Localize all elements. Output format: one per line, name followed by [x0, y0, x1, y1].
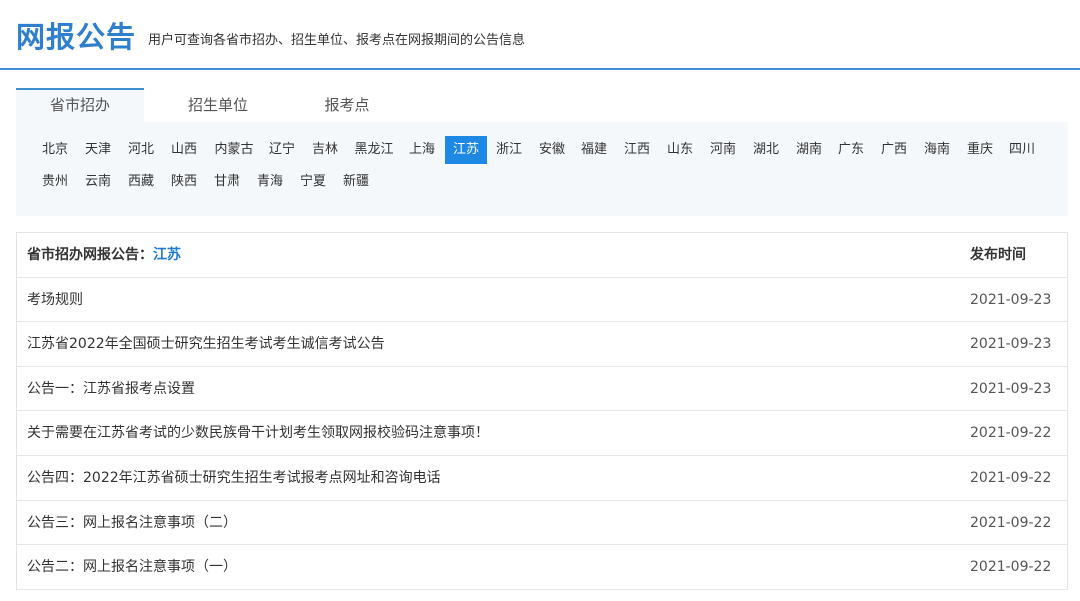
province-item[interactable]: 四川	[1005, 137, 1039, 163]
province-item[interactable]: 广西	[877, 137, 911, 163]
province-item[interactable]: 宁夏	[296, 169, 330, 195]
province-panel: 北京 天津 河北 山西 内蒙古 辽宁 吉林 黑龙江 上海 江苏 浙江 安徽 福建…	[16, 122, 1068, 216]
province-item[interactable]: 青海	[253, 169, 287, 195]
table-row: 公告一：江苏省报考点设置 2021-09-23	[17, 367, 1067, 412]
announcement-link[interactable]: 关于需要在江苏省考试的少数民族骨干计划考生领取网报校验码注意事项！	[27, 411, 489, 455]
table-row: 公告四：2022年江苏省硕士研究生招生考试报考点网址和咨询电话 2021-09-…	[17, 456, 1067, 501]
province-item[interactable]: 江西	[620, 137, 654, 163]
announcement-date: 2021-09-23	[970, 336, 1052, 353]
province-item[interactable]: 湖北	[749, 137, 783, 163]
province-item[interactable]: 安徽	[535, 137, 569, 163]
table-row: 公告二：网上报名注意事项（一） 2021-09-22	[17, 545, 1067, 590]
province-item[interactable]: 北京	[38, 137, 72, 163]
announcement-link[interactable]: 公告一：江苏省报考点设置	[27, 367, 195, 411]
page-title: 网报公告	[16, 20, 137, 54]
province-item[interactable]: 山西	[167, 137, 201, 163]
category-tabs: 省市招办 招生单位 报考点	[16, 88, 1068, 122]
province-item[interactable]: 河北	[124, 137, 158, 163]
tab-admission-unit[interactable]: 招生单位	[174, 88, 262, 122]
table-row: 考场规则 2021-09-23	[17, 278, 1067, 323]
announcement-link[interactable]: 考场规则	[27, 278, 83, 322]
announcement-link[interactable]: 公告四：2022年江苏省硕士研究生招生考试报考点网址和咨询电话	[27, 456, 441, 500]
table-header-title: 省市招办网报公告：江苏	[27, 233, 181, 277]
province-item-selected[interactable]: 江苏	[445, 136, 487, 164]
province-item[interactable]: 福建	[577, 137, 611, 163]
table-header-date: 发布时间	[970, 247, 1026, 263]
province-item[interactable]: 河南	[706, 137, 740, 163]
page-header: 网报公告 用户可查询各省市招办、招生单位、报考点在网报期间的公告信息	[0, 0, 1080, 70]
province-item[interactable]: 云南	[81, 169, 115, 195]
announcement-date: 2021-09-22	[970, 514, 1052, 531]
table-row: 江苏省2022年全国硕士研究生招生考试考生诚信考试公告 2021-09-23	[17, 322, 1067, 367]
province-item[interactable]: 陕西	[167, 169, 201, 195]
table-header-label: 省市招办网报公告：	[27, 247, 153, 263]
province-item[interactable]: 西藏	[124, 169, 158, 195]
province-item[interactable]: 吉林	[308, 137, 342, 163]
table-row: 公告三：网上报名注意事项（二） 2021-09-22	[17, 501, 1067, 546]
province-item[interactable]: 新疆	[339, 169, 373, 195]
announcement-date: 2021-09-23	[970, 291, 1052, 308]
announcement-link[interactable]: 公告二：网上报名注意事项（一）	[27, 545, 237, 589]
province-item[interactable]: 重庆	[963, 137, 997, 163]
announcement-link[interactable]: 江苏省2022年全国硕士研究生招生考试考生诚信考试公告	[27, 322, 385, 366]
announcement-date: 2021-09-22	[970, 469, 1052, 486]
tab-exam-site[interactable]: 报考点	[312, 88, 382, 122]
province-item[interactable]: 海南	[920, 137, 954, 163]
province-item[interactable]: 黑龙江	[350, 137, 398, 163]
province-item[interactable]: 贵州	[38, 169, 72, 195]
announcement-date: 2021-09-23	[970, 380, 1052, 397]
province-item[interactable]: 辽宁	[265, 137, 299, 163]
province-item[interactable]: 天津	[81, 137, 115, 163]
province-item[interactable]: 甘肃	[210, 169, 244, 195]
announcement-table: 省市招办网报公告：江苏 发布时间 考场规则 2021-09-23 江苏省2022…	[16, 232, 1068, 590]
tab-provincial-office[interactable]: 省市招办	[16, 88, 144, 122]
province-item[interactable]: 内蒙古	[210, 137, 258, 163]
announcement-date: 2021-09-22	[970, 425, 1052, 442]
province-item[interactable]: 山东	[663, 137, 697, 163]
table-header-province: 江苏	[153, 247, 181, 263]
table-row: 关于需要在江苏省考试的少数民族骨干计划考生领取网报校验码注意事项！ 2021-0…	[17, 411, 1067, 456]
announcement-date: 2021-09-22	[970, 559, 1052, 576]
province-item[interactable]: 浙江	[492, 137, 526, 163]
table-header-row: 省市招办网报公告：江苏 发布时间	[17, 233, 1067, 278]
province-item[interactable]: 湖南	[792, 137, 826, 163]
page-subtitle: 用户可查询各省市招办、招生单位、报考点在网报期间的公告信息	[148, 33, 526, 48]
announcement-link[interactable]: 公告三：网上报名注意事项（二）	[27, 501, 237, 545]
province-item[interactable]: 上海	[405, 137, 439, 163]
province-item[interactable]: 广东	[834, 137, 868, 163]
